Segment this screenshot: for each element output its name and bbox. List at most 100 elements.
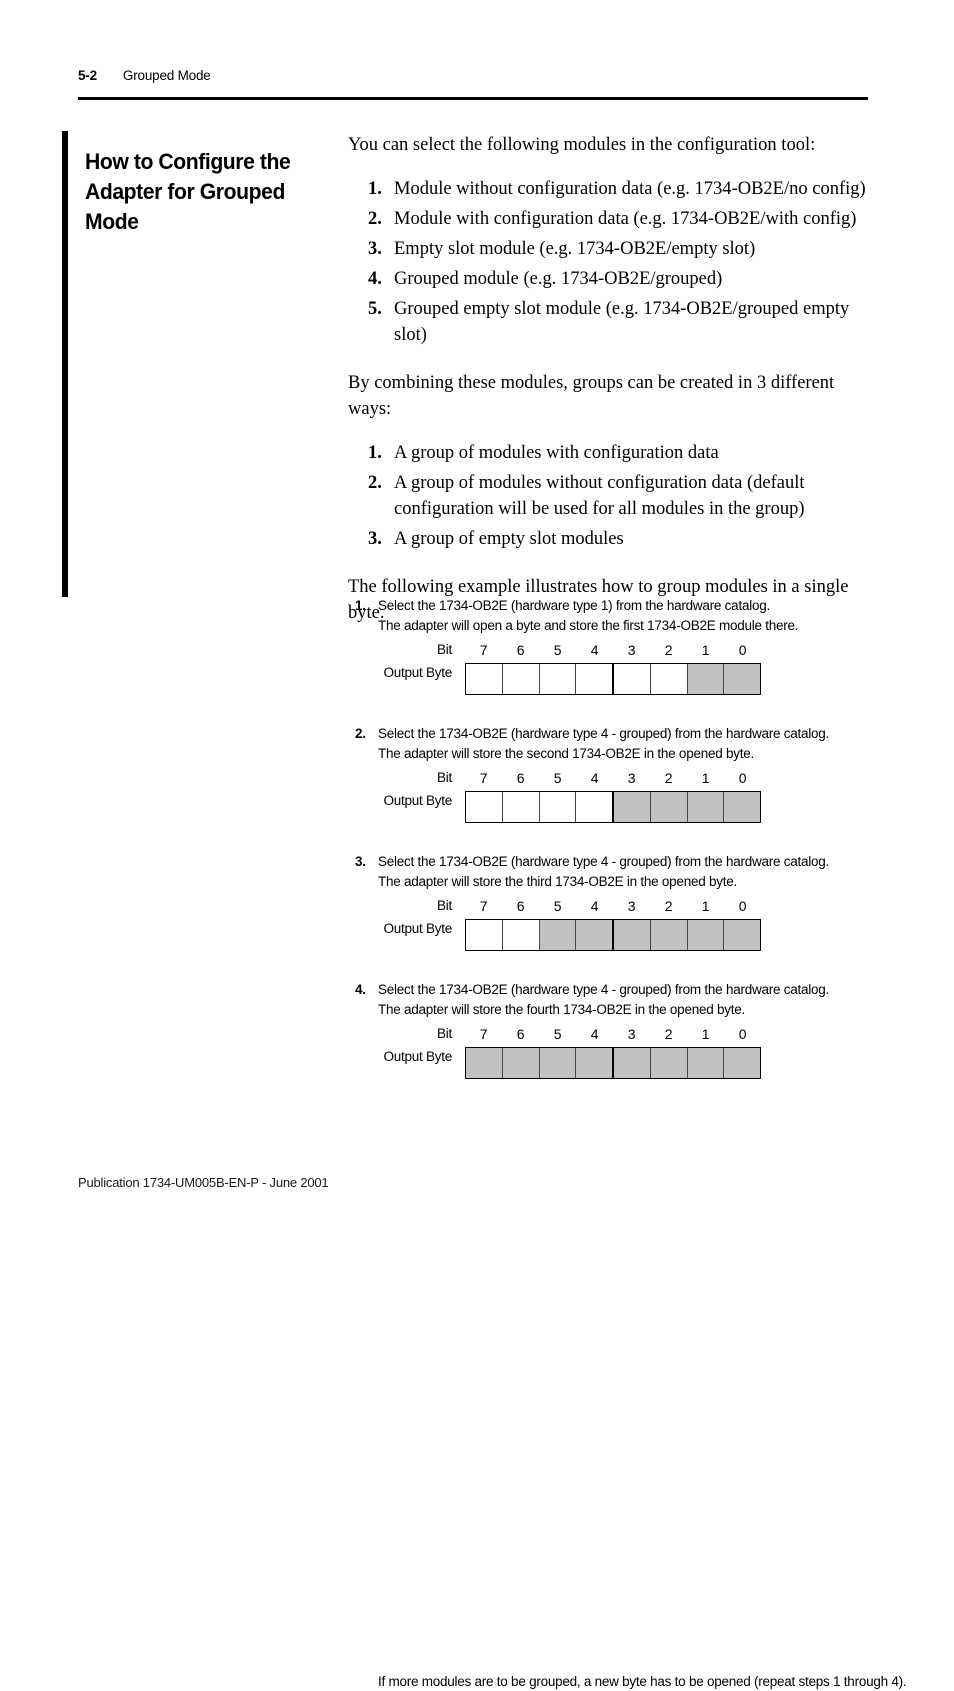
list-marker: 3. [368, 239, 382, 259]
step-line-2: The adapter will store the second 1734-O… [378, 745, 755, 761]
byte-figure: Bit Output Byte 7 6 5 4 3 2 1 0 [355, 1024, 875, 1086]
bit-cell [650, 1048, 688, 1078]
diagram-step-4: 4. Select the 1734-OB2E (hardware type 4… [355, 980, 875, 1086]
bit-number: 5 [553, 898, 562, 914]
combining-paragraph: By combining these modules, groups can b… [348, 373, 835, 419]
list-item: 3. Empty slot module (e.g. 1734-OB2E/emp… [348, 236, 868, 262]
step-line-2: The adapter will store the third 1734-OB… [378, 873, 737, 889]
bit-cell [687, 792, 725, 822]
bit-grid: 7 6 5 4 3 2 1 0 [465, 640, 761, 695]
list-text: A group of empty slot modules [394, 529, 624, 549]
bit-number: 3 [627, 770, 636, 786]
figure-labels: Bit Output Byte [355, 1024, 452, 1067]
bit-grid: 7 6 5 4 3 2 1 0 [465, 1024, 761, 1079]
bit-number: 6 [516, 770, 525, 786]
bit-number: 3 [627, 1026, 636, 1042]
bit-number: 4 [590, 1026, 599, 1042]
bit-number: 5 [553, 642, 562, 658]
chapter-title: Grouped Mode [122, 68, 211, 83]
output-byte-label: Output Byte [383, 665, 452, 680]
step-description: 3. Select the 1734-OB2E (hardware type 4… [355, 852, 875, 891]
bit-number: 1 [701, 642, 710, 658]
bit-number: 4 [590, 770, 599, 786]
bit-number: 0 [738, 1026, 747, 1042]
output-byte-label: Output Byte [383, 1049, 452, 1064]
bit-number: 0 [738, 770, 747, 786]
bit-number-row: 7 6 5 4 3 2 1 0 [465, 896, 761, 916]
body-column: You can select the following modules in … [348, 132, 868, 626]
figure-labels: Bit Output Byte [355, 896, 452, 939]
bit-number: 6 [516, 642, 525, 658]
step-number: 4. [355, 982, 366, 997]
bit-label: Bit [436, 898, 452, 913]
bit-number-row: 7 6 5 4 3 2 1 0 [465, 640, 761, 660]
bit-cell [650, 792, 688, 822]
bit-cell [650, 920, 688, 950]
bit-cell-row [465, 663, 761, 695]
diagram-step-2: 2. Select the 1734-OB2E (hardware type 4… [355, 724, 875, 830]
page-header: 5-2 Grouped Mode [78, 68, 868, 90]
bit-grid: 7 6 5 4 3 2 1 0 [465, 896, 761, 951]
bit-number: 3 [627, 642, 636, 658]
page-number: 5-2 [78, 68, 97, 83]
bit-number-row: 7 6 5 4 3 2 1 0 [465, 1024, 761, 1044]
bit-cell-row [465, 791, 761, 823]
step-line-2: The adapter will store the fourth 1734-O… [378, 1001, 745, 1017]
list-text: A group of modules with configuration da… [394, 443, 719, 463]
bit-cell [502, 1048, 540, 1078]
module-list: 1. Module without configuration data (e.… [348, 176, 868, 348]
bit-cell-row [465, 1047, 761, 1079]
closing-note: If more modules are to be grouped, a new… [378, 1674, 907, 1689]
list-marker: 2. [368, 473, 382, 493]
bit-cell [576, 664, 614, 694]
bit-cell [576, 792, 614, 822]
bit-number: 2 [664, 770, 673, 786]
bit-number: 2 [664, 642, 673, 658]
bit-cell [687, 1048, 725, 1078]
bit-number: 2 [664, 1026, 673, 1042]
bit-label: Bit [436, 1026, 452, 1041]
step-line-1: Select the 1734-OB2E (hardware type 4 - … [378, 982, 830, 997]
bit-number: 7 [479, 642, 488, 658]
list-text: Module with configuration data (e.g. 173… [394, 209, 857, 229]
bit-cell [502, 920, 540, 950]
bit-cell [466, 920, 503, 950]
bit-cell [539, 1048, 577, 1078]
bit-cell [687, 920, 725, 950]
bit-number: 4 [590, 898, 599, 914]
bit-cell [576, 1048, 614, 1078]
list-text: Empty slot module (e.g. 1734-OB2E/empty … [394, 239, 756, 259]
group-list: 1. A group of modules with configuration… [348, 440, 868, 552]
list-text: Grouped empty slot module (e.g. 1734-OB2… [394, 299, 850, 345]
step-line-1: Select the 1734-OB2E (hardware type 1) f… [378, 598, 770, 613]
bit-number: 0 [738, 642, 747, 658]
list-item: 2. A group of modules without configurat… [348, 470, 868, 522]
step-line-1: Select the 1734-OB2E (hardware type 4 - … [378, 854, 830, 869]
bit-number: 1 [701, 770, 710, 786]
bit-label: Bit [436, 642, 452, 657]
bit-number: 1 [701, 898, 710, 914]
bit-cell [724, 792, 760, 822]
bit-cell [502, 792, 540, 822]
list-text: Module without configuration data (e.g. … [394, 179, 866, 199]
bit-label: Bit [436, 770, 452, 785]
footer-publication: Publication 1734-UM005B-EN-P - June 2001 [78, 1175, 329, 1190]
bit-cell [614, 1048, 651, 1078]
bit-number: 4 [590, 642, 599, 658]
step-number: 2. [355, 726, 366, 741]
bit-cell [614, 920, 651, 950]
page-title: How to Configure the Adapter for Grouped… [85, 149, 291, 235]
bit-cell [650, 664, 688, 694]
bit-cell [724, 920, 760, 950]
list-marker: 4. [368, 269, 382, 289]
byte-figure: Bit Output Byte 7 6 5 4 3 2 1 0 [355, 896, 875, 958]
list-text: A group of modules without configuration… [394, 473, 805, 519]
bit-cell [539, 920, 577, 950]
output-byte-label: Output Byte [383, 921, 452, 936]
list-item: 4. Grouped module (e.g. 1734-OB2E/groupe… [348, 266, 868, 292]
bit-cell [576, 920, 614, 950]
bit-cell [502, 664, 540, 694]
list-item: 3. A group of empty slot modules [348, 526, 868, 552]
list-item: 2. Module with configuration data (e.g. … [348, 206, 868, 232]
bit-grid: 7 6 5 4 3 2 1 0 [465, 768, 761, 823]
